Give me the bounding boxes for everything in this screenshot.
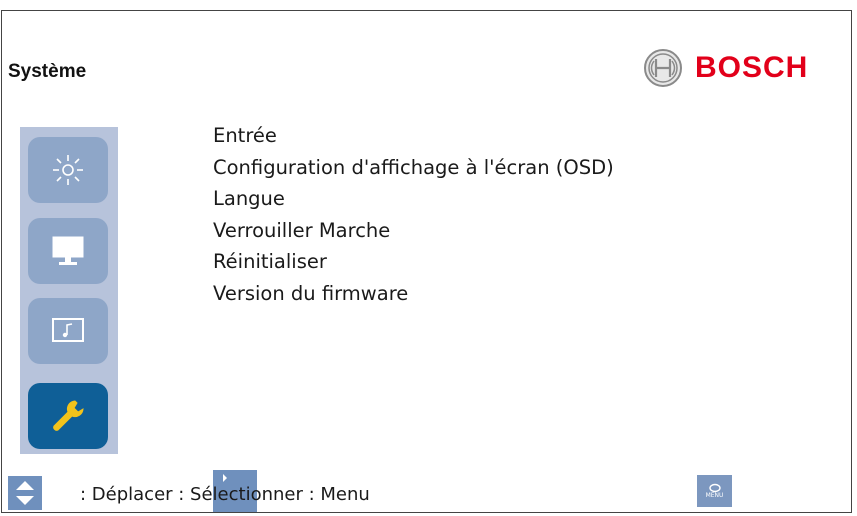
sidebar-item-picture[interactable]: [28, 137, 108, 203]
bosch-logo-icon: [644, 49, 682, 87]
up-down-arrow-icon: [8, 476, 42, 510]
wrench-icon: [53, 400, 84, 431]
sidebar-item-system[interactable]: [28, 383, 108, 449]
menu-key-label: MENU: [705, 492, 724, 499]
audio-icon: [52, 318, 84, 342]
page-title: Système: [8, 61, 87, 82]
menu-item-osd-settings[interactable]: Configuration d'affichage à l'écran (OSD…: [213, 152, 614, 184]
menu-item-language[interactable]: Langue: [213, 183, 614, 215]
sidebar-item-display[interactable]: [28, 218, 108, 284]
menu-item-firmware-version[interactable]: Version du firmware: [213, 278, 614, 310]
brightness-icon: [53, 155, 83, 185]
menu-key-icon: MENU: [697, 475, 732, 507]
monitor-icon: [52, 236, 84, 265]
sidebar-item-audio[interactable]: [28, 298, 108, 364]
sidebar: [20, 127, 118, 454]
menu-item-reset[interactable]: Réinitialiser: [213, 246, 614, 278]
footer-hints: : Déplacer : Sélectionner : Menu MENU: [0, 470, 857, 515]
brand-name: BOSCH: [695, 51, 809, 84]
menu-list: Entrée Configuration d'affichage à l'écr…: [213, 120, 614, 309]
brand: BOSCH: [643, 48, 808, 88]
menu-item-power-lock[interactable]: Verrouiller Marche: [213, 215, 614, 247]
navigation-hint: : Déplacer : Sélectionner : Menu: [80, 484, 370, 505]
menu-item-input[interactable]: Entrée: [213, 120, 614, 152]
